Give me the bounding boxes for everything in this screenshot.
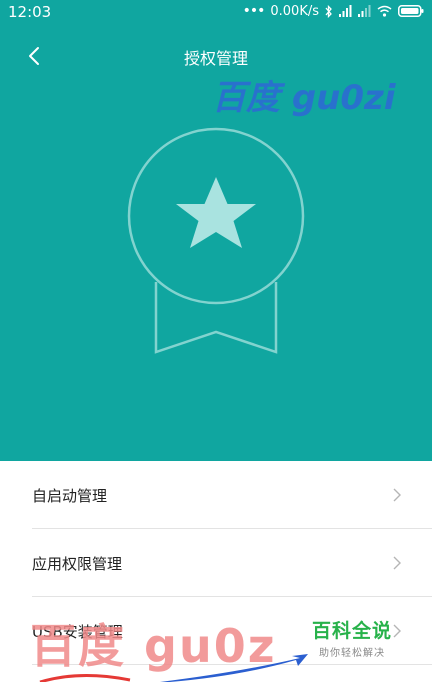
signal-icon: [358, 5, 371, 17]
list-item-app-permissions[interactable]: 应用权限管理: [32, 529, 432, 597]
status-icons: ••• 0.00K/s: [243, 3, 424, 19]
signal-icon: [339, 5, 352, 17]
header-area: 12:03 ••• 0.00K/s 授权管理 百度 gu0zi: [0, 0, 432, 461]
list-item-label: 应用权限管理: [32, 555, 123, 573]
bluetooth-icon: [325, 4, 332, 18]
list-item-label: 自启动管理: [32, 487, 108, 505]
watermark-swoosh: [39, 654, 308, 682]
chevron-right-icon: [393, 624, 401, 638]
status-time: 12:03: [8, 3, 52, 21]
network-speed: 0.00K/s: [270, 3, 319, 19]
battery-icon: [398, 5, 424, 17]
more-dots-icon: •••: [242, 3, 266, 19]
list-item-autostart[interactable]: 自启动管理: [32, 461, 432, 529]
wifi-icon: [377, 5, 392, 17]
watermark-logo-title: 百科全说: [312, 620, 393, 642]
chevron-right-icon: [393, 556, 401, 570]
page-title: 授权管理: [183, 49, 248, 68]
status-bar: 12:03 ••• 0.00K/s: [0, 0, 432, 24]
chevron-right-icon: [393, 488, 401, 502]
watermark-top: 百度 gu0zi: [212, 78, 396, 118]
star-badge-icon: [127, 127, 305, 354]
